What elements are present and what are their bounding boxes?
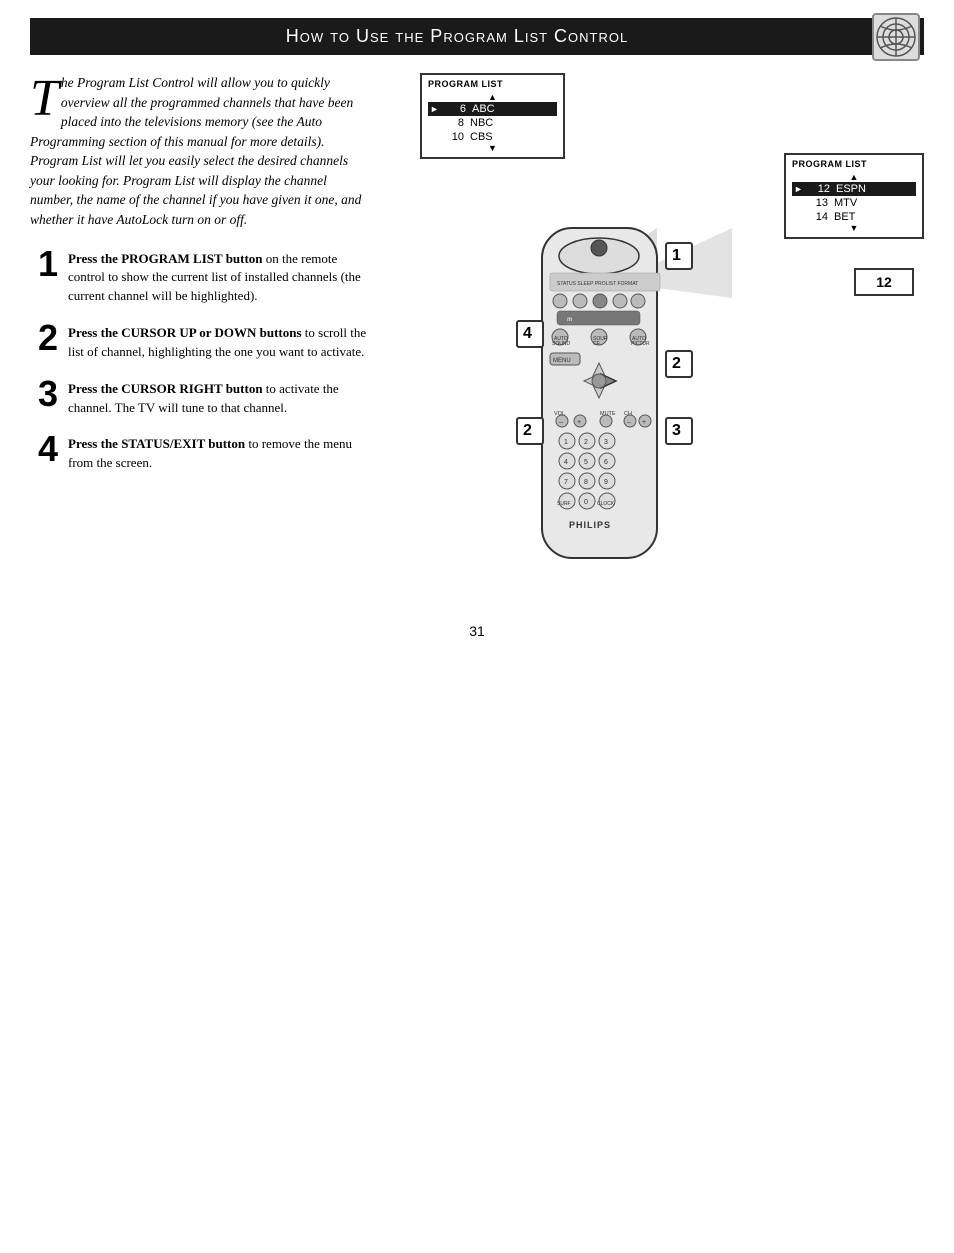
screen-right: Program List ▲ ► 12 ESPN 13 MTV 14 BET [784,153,924,239]
step-2-bold: Press the CURSOR UP or DOWN buttons [68,325,302,340]
channel-arrow-6: ► [430,104,440,114]
step-1-text: Press the PROGRAM LIST button on the rem… [68,246,370,307]
svg-text:+: + [642,419,646,426]
svg-text:MENU: MENU [553,358,571,364]
svg-text:2: 2 [584,439,588,446]
svg-text:4: 4 [523,325,532,342]
step-1-bold: Press the PROGRAM LIST button [68,251,263,266]
step-4-text: Press the STATUS/EXIT button to remove t… [68,431,370,473]
step-1-number: 1 [30,246,58,282]
channel-num-12: 12 [810,183,830,195]
svg-text:1: 1 [672,247,681,264]
svg-text:8: 8 [584,479,588,486]
drop-cap: T [30,79,59,118]
svg-text:CE: CE [593,341,601,347]
svg-text:AUTO: AUTO [554,336,568,342]
channel-name-14: BET [834,211,916,223]
svg-text:–: – [627,419,631,426]
channel-row-10: 10 CBS [428,130,557,144]
svg-text:–: – [559,419,563,426]
svg-text:2: 2 [523,422,532,439]
channel-name-8: NBC [470,117,557,129]
channel-name-6: ABC [472,103,555,115]
page-title: How to Use the Program List Control [50,26,864,47]
svg-text:SOUR: SOUR [593,336,608,342]
screen-left-title: Program List [428,79,557,89]
step-2-number: 2 [30,320,58,356]
svg-text:1: 1 [564,439,568,446]
channel-row-6: ► 6 ABC [428,102,557,116]
channel-name-12: ESPN [836,183,914,195]
screen-left-scroll-down: ▼ [428,144,557,153]
left-column: The Program List Control will allow you … [30,73,380,593]
step-4-number: 4 [30,431,58,467]
screen-left: Program List ▲ ► 6 ABC 8 NBC 10 CBS ▼ [420,73,565,159]
svg-text:PHILIPS: PHILIPS [569,520,611,530]
channel-display-value: 12 [876,274,892,290]
svg-text:PICTUR: PICTUR [631,341,650,347]
screen-left-scroll-up: ▲ [428,93,557,102]
screen-right-scroll-down: ▼ [792,224,916,233]
svg-text:STATUS SLEEP PROLIST FORMAT: STATUS SLEEP PROLIST FORMAT [557,281,638,287]
channel-name-13: MTV [834,197,916,209]
right-column: Program List ▲ ► 6 ABC 8 NBC 10 CBS ▼ [380,73,924,593]
screen-right-title: Program List [792,159,916,169]
svg-text:CLOCK: CLOCK [597,501,615,507]
svg-text:+: + [577,419,581,426]
channel-num-8: 8 [444,117,464,129]
svg-text:5: 5 [584,459,588,466]
step-3-bold: Press the CURSOR RIGHT button [68,381,263,396]
svg-text:MUTE: MUTE [600,411,616,417]
page-number: 31 [0,623,954,639]
step-3-number: 3 [30,376,58,412]
svg-text:SURF: SURF [557,501,571,507]
svg-text:9: 9 [604,479,608,486]
step-2: 2 Press the CURSOR UP or DOWN buttons to… [30,320,370,362]
svg-text:3: 3 [604,439,608,446]
svg-text:0: 0 [584,499,588,506]
svg-text:CH: CH [624,411,632,417]
header-icon [872,13,920,61]
intro-paragraph: The Program List Control will allow you … [30,73,370,230]
diagram: Program List ▲ ► 6 ABC 8 NBC 10 CBS ▼ [380,73,924,593]
channel-num-6: 6 [446,103,466,115]
channel-num-10: 10 [444,131,464,143]
channel-row-12: ► 12 ESPN [792,182,916,196]
content-area: The Program List Control will allow you … [30,73,924,593]
step-4: 4 Press the STATUS/EXIT button to remove… [30,431,370,473]
channel-name-10: CBS [470,131,557,143]
channel-row-13: 13 MTV [792,196,916,210]
svg-text:m: m [567,317,572,323]
svg-text:3: 3 [672,422,681,439]
channel-num-13: 13 [808,197,828,209]
channel-row-8: 8 NBC [428,116,557,130]
screen-right-scroll-up: ▲ [792,173,916,182]
step-2-text: Press the CURSOR UP or DOWN buttons to s… [68,320,370,362]
step-3: 3 Press the CURSOR RIGHT button to activ… [30,376,370,418]
page-header: How to Use the Program List Control [30,18,924,55]
svg-text:6: 6 [604,459,608,466]
step-4-bold: Press the STATUS/EXIT button [68,436,245,451]
svg-text:7: 7 [564,479,568,486]
step-3-text: Press the CURSOR RIGHT button to activat… [68,376,370,418]
steps-list: 1 Press the PROGRAM LIST button on the r… [30,246,370,474]
step-1: 1 Press the PROGRAM LIST button on the r… [30,246,370,307]
channel-display: 12 [854,268,914,296]
svg-text:2: 2 [672,355,681,372]
svg-text:4: 4 [564,459,568,466]
svg-text:SOUND: SOUND [552,341,570,347]
channel-arrow-12: ► [794,184,804,194]
svg-text:VOL: VOL [554,411,565,417]
svg-text:AUTO: AUTO [632,336,646,342]
channel-row-14: 14 BET [792,210,916,224]
channel-num-14: 14 [808,211,828,223]
